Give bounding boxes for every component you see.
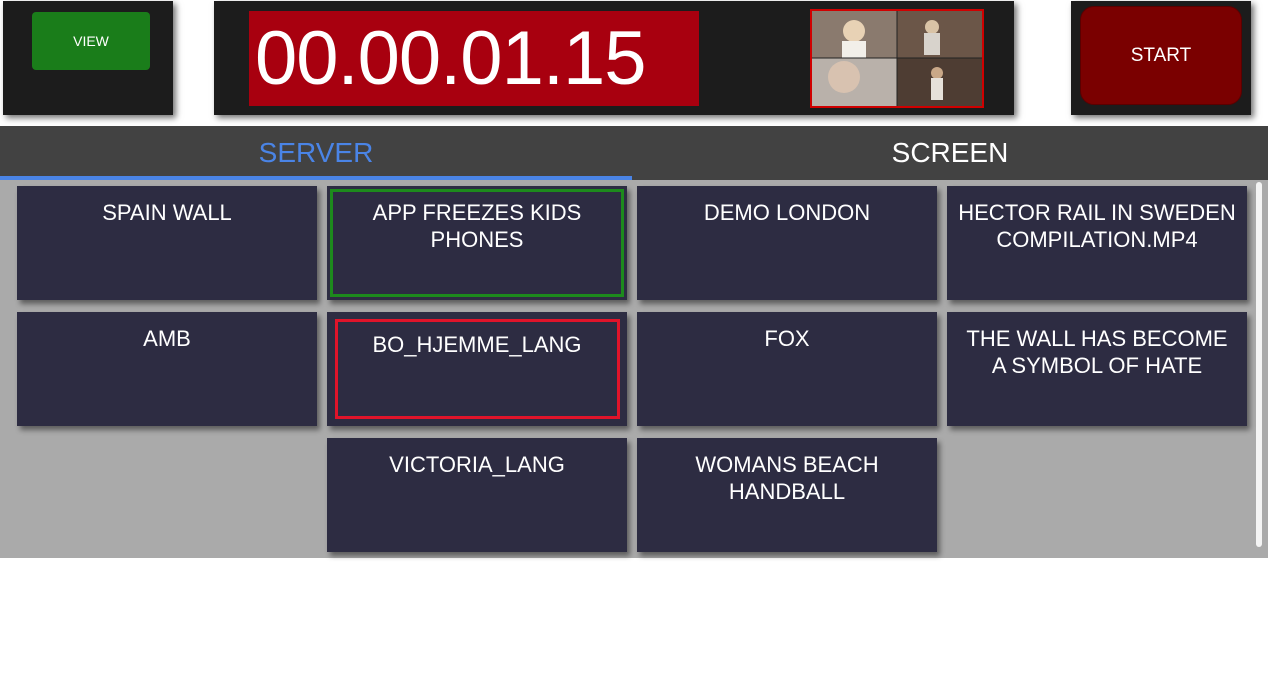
video-preview-thumbnail[interactable] bbox=[810, 9, 984, 108]
top-control-bar: VIEW 00.00.01.15 START bbox=[0, 0, 1268, 126]
clip-tile[interactable]: FOX bbox=[637, 312, 937, 426]
preview-image bbox=[812, 11, 982, 106]
tab-server[interactable]: SERVER bbox=[0, 126, 632, 180]
clip-tile-playing[interactable]: BO_HJEMME_LANG bbox=[327, 312, 627, 426]
clip-label: FOX bbox=[764, 326, 810, 351]
clip-label: SPAIN WALL bbox=[102, 200, 232, 225]
clip-label: BO_HJEMME_LANG bbox=[372, 332, 582, 357]
tab-screen[interactable]: SCREEN bbox=[632, 126, 1268, 180]
clip-tile-selected[interactable]: APP FREEZES KIDS PHONES bbox=[327, 186, 627, 300]
timecode-display: 00.00.01.15 bbox=[249, 11, 699, 106]
clip-label: WOMANS BEACH HANDBALL bbox=[695, 452, 879, 504]
clip-tile[interactable]: AMB bbox=[17, 312, 317, 426]
app-window: VIEW 00.00.01.15 START SERVER SCREEN SPA… bbox=[0, 0, 1268, 686]
clip-label: VICTORIA_LANG bbox=[389, 452, 565, 477]
clip-label: AMB bbox=[143, 326, 191, 351]
clip-grid: SPAIN WALL APP FREEZES KIDS PHONES DEMO … bbox=[0, 180, 1268, 558]
clip-tile[interactable]: VICTORIA_LANG bbox=[327, 438, 627, 552]
clip-label: THE WALL HAS BECOME A SYMBOL OF HATE bbox=[966, 326, 1228, 378]
clip-tile[interactable]: WOMANS BEACH HANDBALL bbox=[637, 438, 937, 552]
start-button[interactable]: START bbox=[1080, 6, 1242, 105]
clip-label: APP FREEZES KIDS PHONES bbox=[372, 200, 582, 252]
clip-tile[interactable]: HECTOR RAIL IN SWEDEN COMPILATION.MP4 bbox=[947, 186, 1247, 300]
clip-tile[interactable]: SPAIN WALL bbox=[17, 186, 317, 300]
clip-tile[interactable]: THE WALL HAS BECOME A SYMBOL OF HATE bbox=[947, 312, 1247, 426]
view-button[interactable]: VIEW bbox=[32, 12, 150, 70]
clip-label: DEMO LONDON bbox=[703, 200, 871, 225]
vertical-scrollbar[interactable] bbox=[1256, 182, 1262, 547]
start-panel: START bbox=[1071, 1, 1251, 115]
clip-label: HECTOR RAIL IN SWEDEN COMPILATION.MP4 bbox=[958, 200, 1236, 252]
clip-tile[interactable]: DEMO LONDON bbox=[637, 186, 937, 300]
view-panel: VIEW bbox=[3, 1, 173, 115]
source-tabs: SERVER SCREEN bbox=[0, 126, 1268, 180]
